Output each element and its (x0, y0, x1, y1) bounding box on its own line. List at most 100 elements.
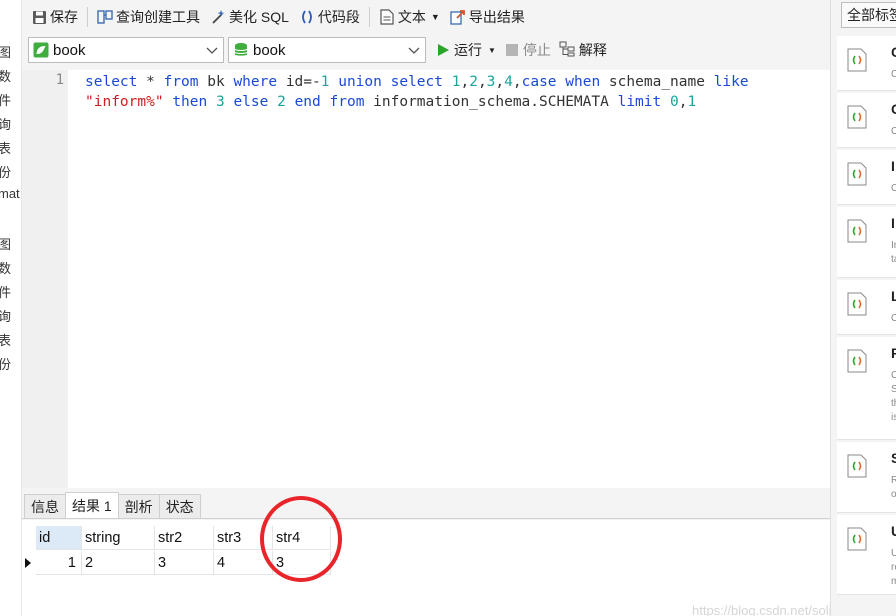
snippet-description: C (891, 182, 896, 195)
text-mode-button[interactable]: 文本 ▼ (374, 4, 445, 30)
snippet-icon (847, 48, 867, 72)
save-label: 保存 (50, 9, 78, 25)
nav-item-fragment[interactable]: 表 (0, 330, 11, 349)
connection-value: book (53, 41, 86, 59)
sql-code[interactable]: select * from bk where id=- 1 union selec… (85, 72, 825, 112)
sql-editor[interactable]: 1 select * from bk where id=- 1 union sel… (22, 70, 830, 488)
snippet-description: re (891, 562, 896, 573)
snippet-item[interactable]: SRo (837, 442, 896, 513)
beautify-wand-icon (210, 9, 226, 25)
export-icon (450, 9, 466, 25)
snippet-item[interactable]: UUre m (837, 515, 896, 595)
nav-item-fragment[interactable]: 数 (0, 66, 11, 85)
nav-item-fragment[interactable]: 件 (0, 282, 11, 301)
snippet-item[interactable]: LC (837, 280, 896, 335)
snippet-description: o (891, 488, 896, 501)
column-header[interactable]: str2 (155, 526, 214, 550)
snippet-description: R (891, 474, 896, 487)
database-select[interactable]: book (228, 37, 426, 63)
connection-toolbar: book book 运行 ▼ 停止 解释 (22, 36, 830, 64)
table-cell[interactable]: 2 (82, 551, 155, 575)
parentheses-icon (299, 9, 315, 25)
result-grid[interactable]: id string str2 str3 str4 1 2 3 4 3 https://blog.c… (22, 496, 852, 616)
nav-item-fragment[interactable]: 件 (0, 90, 11, 109)
snippet-description: In (891, 240, 896, 251)
snippet-item[interactable]: FCSth is (837, 337, 896, 440)
toolbar-divider (87, 7, 88, 27)
result-tab[interactable]: 信息 (24, 494, 66, 518)
export-results-button[interactable]: 导出结果 (445, 4, 530, 30)
snippet-title: F (891, 345, 896, 361)
connection-select[interactable]: book (28, 37, 224, 63)
snippet-item[interactable]: CC (837, 36, 896, 91)
snippet-icon (847, 454, 867, 478)
snippet-description: ta (891, 254, 896, 265)
snippet-title: C (891, 101, 896, 117)
nav-item-fragment[interactable]: 图 (0, 234, 11, 253)
nav-item-fragment[interactable]: 表 (0, 138, 11, 157)
left-navigation-strip: 图数件询表份mat图数件询表份 (0, 0, 22, 616)
code-token: union (338, 74, 382, 90)
code-token: limit (617, 94, 662, 110)
code-token: schema_name (600, 74, 714, 90)
code-token: , (495, 74, 505, 90)
chevron-down-icon: ▼ (430, 12, 440, 22)
code-token: bk (198, 74, 234, 90)
snippet-title: L (891, 288, 896, 304)
snippet-item[interactable]: I In ta (837, 207, 896, 278)
code-snippet-label: 代码段 (317, 9, 360, 25)
chevron-down-icon (205, 42, 219, 58)
snippet-item[interactable]: CC (837, 93, 896, 148)
column-header[interactable]: id (36, 526, 82, 550)
nav-item-fragment[interactable]: 询 (0, 306, 11, 325)
stop-button[interactable]: 停止 (505, 40, 551, 60)
text-mode-label: 文本 (397, 9, 426, 25)
play-icon (438, 44, 449, 56)
code-token: 4 (504, 74, 513, 90)
snippet-filter-select[interactable]: 全部标签 (841, 2, 896, 28)
column-header[interactable]: string (82, 526, 155, 550)
save-button[interactable]: 保存 (26, 4, 83, 30)
nav-item-fragment[interactable]: 份 (0, 354, 11, 373)
query-builder-label: 查询创建工具 (116, 9, 200, 25)
code-token: from (163, 74, 199, 90)
save-icon (31, 9, 47, 25)
snippet-icon (847, 527, 867, 551)
code-token: from (329, 94, 365, 110)
line-number: 1 (55, 72, 64, 88)
beautify-sql-button[interactable]: 美化 SQL (205, 4, 294, 30)
code-snippet-button[interactable]: 代码段 (294, 4, 365, 30)
snippet-title: I (891, 158, 895, 174)
table-cell[interactable]: 1 (36, 551, 82, 575)
snippet-description: C (891, 312, 896, 325)
nav-item-fragment[interactable]: 图 (0, 42, 11, 61)
snippet-item[interactable]: IC (837, 150, 896, 205)
code-token: information_schema.SCHEMATA (364, 94, 618, 110)
nav-item-fragment[interactable]: 数 (0, 258, 11, 277)
query-builder-icon (97, 9, 113, 25)
table-cell[interactable]: 3 (155, 551, 214, 575)
nav-item-fragment[interactable]: 询 (0, 114, 11, 133)
explain-button[interactable]: 解释 (559, 40, 607, 60)
stop-label: 停止 (522, 42, 551, 58)
result-tab[interactable]: 结果 1 (65, 492, 119, 518)
code-line: "inform%" then 3 else 2 end from informa… (85, 92, 825, 112)
explain-icon (559, 41, 575, 60)
result-tab[interactable]: 状态 (158, 494, 201, 518)
run-button[interactable]: 运行 ▼ (438, 40, 496, 60)
result-tab[interactable]: 剖析 (117, 494, 160, 518)
snippet-description: S (891, 383, 896, 396)
query-builder-button[interactable]: 查询创建工具 (92, 4, 205, 30)
code-token: 0 (669, 94, 679, 110)
nav-item-fragment[interactable]: mat (0, 186, 20, 201)
code-token: where (233, 74, 278, 90)
current-row-indicator (25, 558, 31, 568)
nav-item-fragment[interactable]: 份 (0, 162, 11, 181)
code-token: , (477, 74, 487, 90)
